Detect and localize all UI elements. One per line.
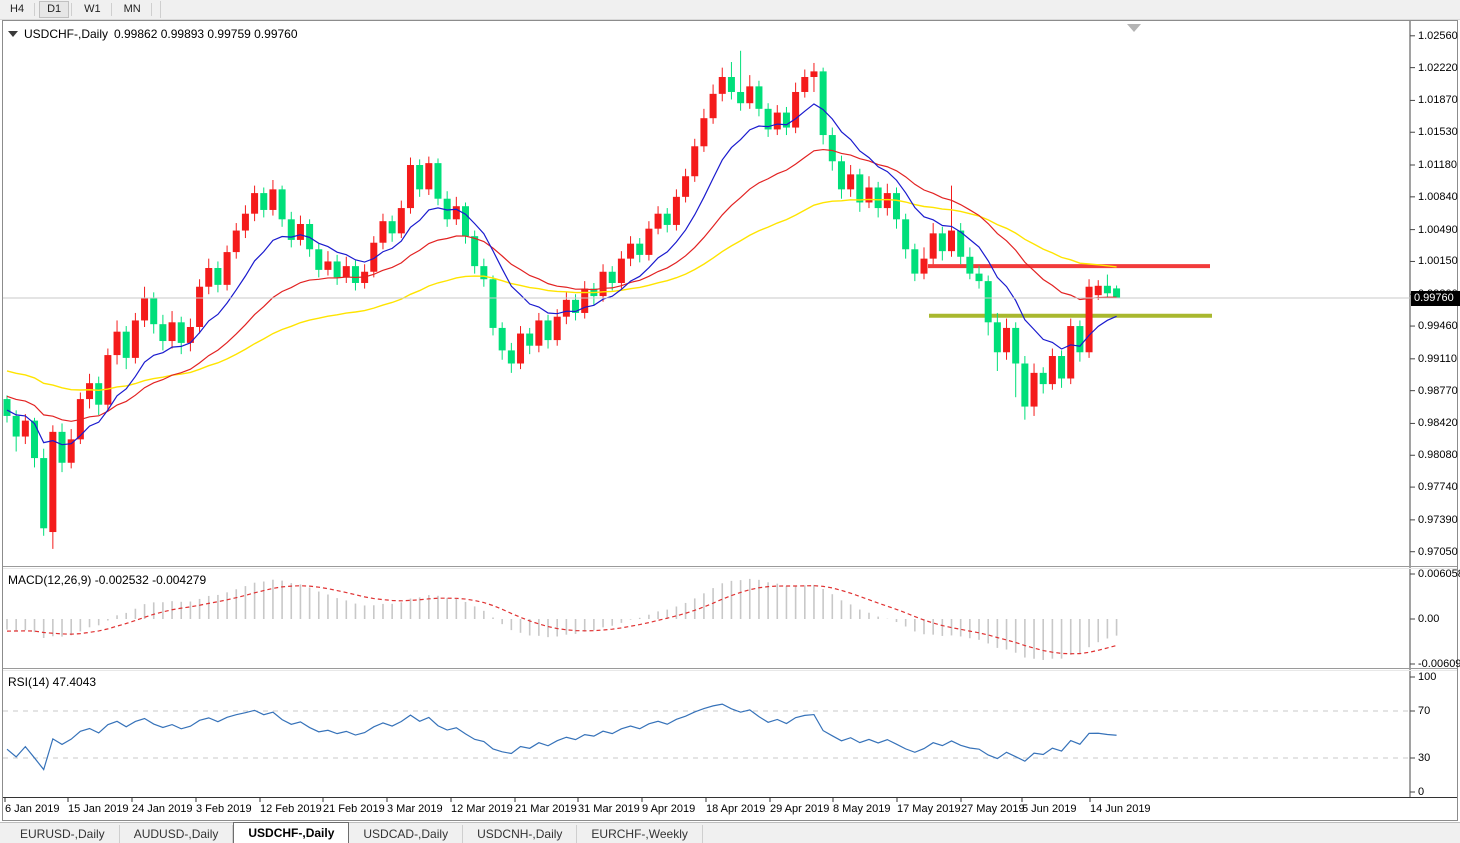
date-tick-label: 3 Feb 2019 — [196, 803, 252, 815]
date-tick-label: 6 Jan 2019 — [5, 803, 59, 815]
date-tick-label: 18 Apr 2019 — [706, 803, 765, 815]
date-tick-label: 17 May 2019 — [897, 803, 961, 815]
tab-audusd[interactable]: AUDUSD-,Daily — [120, 825, 234, 843]
date-tick-label: 29 Apr 2019 — [770, 803, 829, 815]
tab-eurusd[interactable]: EURUSD-,Daily — [6, 825, 120, 843]
ohlc-values: 0.99862 0.99893 0.99759 0.99760 — [114, 27, 298, 41]
rsi-axis-label: 70 — [1418, 705, 1430, 717]
chart-title: USDCHF-,Daily 0.99862 0.99893 0.99759 0.… — [8, 27, 298, 41]
ma-mid-line — [7, 150, 1117, 422]
date-tick-label: 5 Jun 2019 — [1022, 803, 1076, 815]
macd-label: MACD(12,26,9) -0.002532 -0.004279 — [8, 573, 206, 587]
tab-eurchf[interactable]: EURCHF-,Weekly — [577, 825, 702, 843]
price-axis-label: 0.99460 — [1418, 320, 1458, 332]
candles-layer — [4, 51, 1121, 549]
mt4-chart-window: H4D1W1MN USDCHF-,Daily 0.99862 0.99893 0… — [0, 0, 1460, 843]
rsi-label: RSI(14) 47.4043 — [8, 675, 96, 689]
macd-histogram — [7, 579, 1117, 660]
date-tick-label: 21 Mar 2019 — [515, 803, 577, 815]
price-axis-label: 0.97050 — [1418, 546, 1458, 558]
price-axis-label: 1.00840 — [1418, 191, 1458, 203]
current-price-badge: 0.99760 — [1411, 291, 1460, 306]
price-axis-label: 1.00490 — [1418, 224, 1458, 236]
price-axis-label: 1.01870 — [1418, 94, 1458, 106]
date-tick-label: 3 Mar 2019 — [387, 803, 443, 815]
macd-axis-label: 0.00 — [1418, 613, 1439, 625]
date-tick-label: 14 Jun 2019 — [1090, 803, 1151, 815]
date-tick-label: 21 Feb 2019 — [323, 803, 385, 815]
rsi-line — [7, 704, 1117, 769]
price-axis-label: 0.97390 — [1418, 514, 1458, 526]
price-chart-canvas[interactable] — [0, 0, 1460, 843]
date-tick-label: 9 Apr 2019 — [642, 803, 695, 815]
date-tick-label: 15 Jan 2019 — [68, 803, 129, 815]
tab-usdcad[interactable]: USDCAD-,Daily — [349, 825, 463, 843]
date-tick-label: 12 Feb 2019 — [260, 803, 322, 815]
chart-shift-marker-icon[interactable] — [1127, 24, 1141, 32]
symbol-tab-bar: EURUSD-,DailyAUDUSD-,DailyUSDCHF-,DailyU… — [0, 822, 1460, 843]
price-axis-label: 0.99110 — [1418, 353, 1457, 365]
rsi-axis-label: 30 — [1418, 752, 1430, 764]
date-tick-label: 31 Mar 2019 — [578, 803, 640, 815]
tab-usdcnh[interactable]: USDCNH-,Daily — [463, 825, 577, 843]
price-axis-label: 0.98770 — [1418, 385, 1458, 397]
tab-usdchf[interactable]: USDCHF-,Daily — [233, 822, 349, 843]
macd-axis-label: -0.006098 — [1418, 658, 1460, 670]
ma-slow-line — [7, 199, 1117, 390]
macd-axis-label: 0.006058 — [1418, 568, 1460, 580]
symbol-period-label: USDCHF-,Daily — [24, 27, 108, 41]
date-tick-label: 8 May 2019 — [833, 803, 890, 815]
macd-signal-line — [7, 586, 1117, 654]
symbol-dropdown-icon[interactable] — [8, 31, 18, 37]
price-axis-label: 1.00150 — [1418, 255, 1458, 267]
rsi-axis-label: 100 — [1418, 671, 1436, 683]
date-tick-label: 27 May 2019 — [961, 803, 1025, 815]
date-tick-label: 24 Jan 2019 — [132, 803, 193, 815]
price-axis-label: 1.01180 — [1418, 159, 1457, 171]
ma-fast-line — [7, 104, 1117, 445]
price-axis-label: 1.02220 — [1418, 62, 1458, 74]
rsi-axis-label: 0 — [1418, 786, 1424, 798]
price-axis-label: 0.98080 — [1418, 449, 1458, 461]
price-axis-label: 1.01530 — [1418, 126, 1458, 138]
date-tick-label: 12 Mar 2019 — [451, 803, 513, 815]
price-axis-label: 0.97740 — [1418, 481, 1458, 493]
price-axis-label: 1.02560 — [1418, 30, 1458, 42]
price-axis-label: 0.98420 — [1418, 417, 1458, 429]
